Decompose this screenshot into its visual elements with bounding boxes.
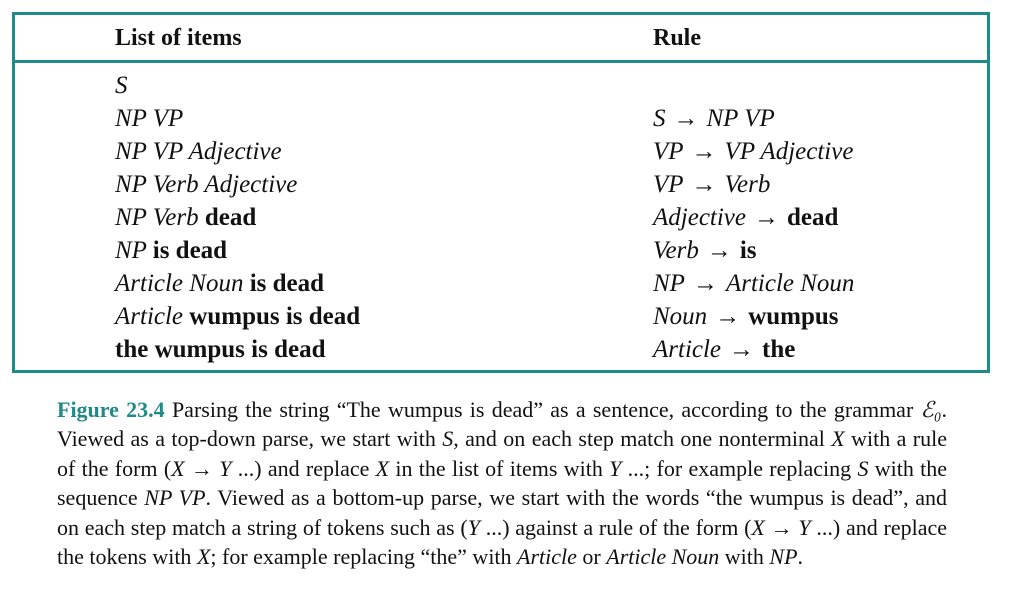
arrow-icon: → [691, 171, 717, 198]
item-cell: NP VP [115, 102, 183, 135]
caption-segment: NP [769, 544, 798, 570]
caption-segment: . [797, 544, 804, 570]
item-text: Article Noun [115, 270, 250, 297]
caption-segment: Article Noun [606, 544, 720, 570]
rule-text: S [653, 105, 666, 132]
item-text: wumpus is dead [189, 303, 361, 330]
item-text: NP Verb Adjective [115, 171, 298, 198]
rule-text: Adjective [653, 204, 746, 231]
parse-table: List of items Rule S NP VP NP VP Adjective… [12, 12, 990, 373]
arrow-icon: → [691, 138, 717, 165]
rule-text: the [762, 336, 796, 363]
rule-text: Noun [653, 303, 708, 330]
rule-text: Article Noun [725, 270, 855, 297]
arrow-icon: → [673, 105, 699, 132]
item-text: S [115, 72, 128, 99]
figure-label: Figure 23.4 [57, 397, 165, 422]
caption-text: Parsing the string “The wumpus is dead” … [57, 397, 947, 569]
caption-segment: S [857, 455, 869, 481]
caption-segment: ...; for example replacing [621, 455, 858, 481]
caption-segment: X [196, 544, 211, 570]
item-cell: NP Verb Adjective [115, 168, 297, 201]
rule-text: VP [653, 171, 684, 198]
caption-segment: Y [798, 514, 811, 540]
item-cell: Article Noun is dead [115, 267, 324, 300]
caption-segment: S [442, 426, 454, 452]
arrow-icon: → [754, 204, 779, 231]
item-cell: the wumpus is dead [115, 333, 325, 366]
caption-segment: ...) and replace [231, 455, 376, 481]
item-text: the wumpus is dead [115, 336, 326, 363]
rule-text: Article [653, 336, 722, 363]
rule-cell: S → NP VP [653, 102, 775, 135]
item-text: is dead [152, 237, 228, 264]
caption-segment: X [375, 455, 390, 481]
caption-segment: , and on each step match one nonterminal [453, 426, 832, 452]
caption-segment: Parsing the string “The wumpus is dead” … [164, 397, 921, 422]
arrow-icon: → [729, 336, 755, 363]
caption-segment: Y [219, 455, 232, 481]
caption-segment: X [751, 514, 765, 540]
caption-segment: ; for example replacing “the” with [210, 544, 518, 570]
rule-cell: VP → VP Adjective [653, 135, 853, 168]
figure-caption: Figure 23.4 Parsing the string “The wump… [57, 395, 947, 571]
arrow-icon: → [692, 270, 718, 297]
item-cell: NP is dead [115, 234, 227, 267]
caption-segment: → [764, 514, 799, 540]
caption-segment: X [171, 455, 185, 481]
item-cell: NP VP Adjective [115, 135, 282, 168]
caption-segment: ...) against a rule of the form ( [479, 514, 752, 540]
arrow-icon: → [715, 303, 741, 330]
rule-text: wumpus [748, 303, 839, 330]
rule-text: Verb [724, 171, 771, 198]
caption-segment: with [719, 544, 770, 570]
caption-segment: Article [517, 544, 577, 570]
rule-cell: Verb → is [653, 234, 757, 267]
caption-segment: in the list of items with [389, 455, 610, 481]
item-text: NP Verb [115, 204, 205, 231]
item-cell: Article wumpus is dead [115, 300, 360, 333]
item-cell: NP Verb dead [115, 201, 256, 234]
caption-segment: NP VP [144, 485, 206, 511]
header-divider [15, 60, 987, 63]
caption-segment: → [184, 455, 220, 481]
item-text: NP VP [115, 105, 184, 132]
rule-cell: NP → Article Noun [653, 267, 854, 300]
rule-text: VP Adjective [724, 138, 854, 165]
rule-cell: VP → Verb [653, 168, 770, 201]
rule-text: Verb [653, 237, 699, 264]
item-text: dead [204, 204, 257, 231]
rule-text: NP [653, 270, 685, 297]
rule-text: VP [653, 138, 684, 165]
rule-cell: Noun → wumpus [653, 300, 839, 333]
caption-segment: X [831, 426, 845, 452]
item-text: is dead [249, 270, 325, 297]
column-header-rule: Rule [653, 25, 701, 51]
item-text: NP VP Adjective [115, 138, 282, 165]
arrow-icon: → [706, 237, 732, 264]
rule-cell: Adjective → dead [653, 201, 838, 234]
caption-segment: ℰ₀ [920, 397, 942, 422]
rule-text: is [739, 237, 757, 264]
rule-cell: Article → the [653, 333, 795, 366]
column-header-items: List of items [115, 25, 242, 51]
rule-text: dead [787, 204, 839, 231]
item-cell: S [115, 69, 128, 102]
caption-segment: or [576, 544, 607, 570]
rule-text: NP VP [706, 105, 775, 132]
caption-segment: Y [609, 455, 622, 481]
caption-segment: Y [467, 514, 480, 540]
item-text: NP [115, 237, 153, 264]
item-text: Article [115, 303, 190, 330]
